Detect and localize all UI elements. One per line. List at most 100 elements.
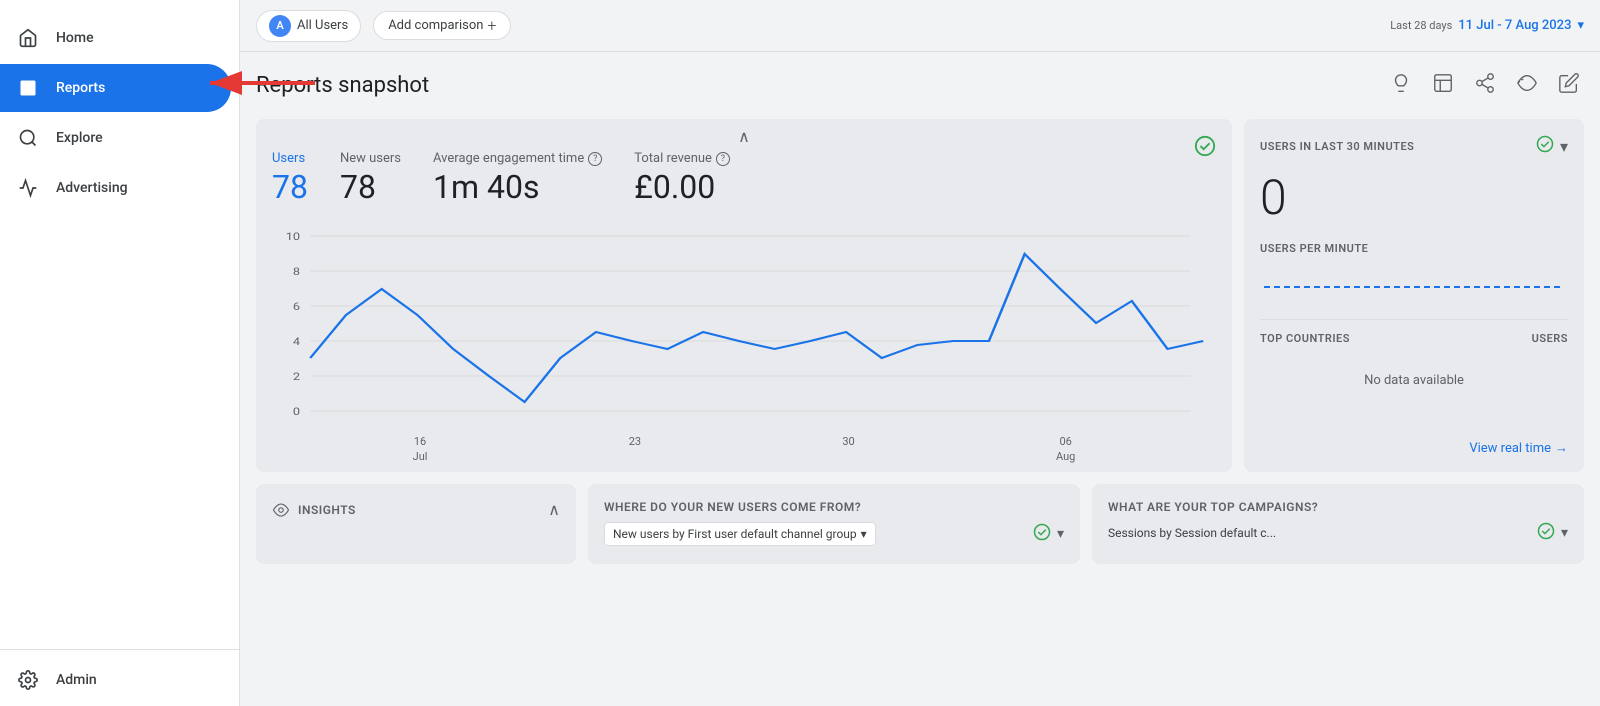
top-bar: A All Users Add comparison + Last 28 day… <box>240 0 1600 52</box>
insights-label: Insights <box>298 503 356 517</box>
sidebar-item-explore[interactable]: Explore <box>0 114 231 162</box>
sidebar-item-admin[interactable]: Admin <box>0 656 231 704</box>
svg-text:0: 0 <box>293 405 300 417</box>
metrics-row: Users 78 New users 78 Averag <box>272 151 730 206</box>
realtime-controls: ▾ <box>1536 135 1568 157</box>
realtime-chevron-icon[interactable]: ▾ <box>1560 137 1568 156</box>
realtime-check-icon <box>1536 135 1554 157</box>
date-range-chevron: ▾ <box>1577 18 1584 33</box>
view-realtime-link[interactable]: View real time → <box>1260 440 1568 456</box>
realtime-chart <box>1260 267 1568 307</box>
chart-x-labels: 16Jul 23 30 06Aug <box>272 430 1216 465</box>
sidebar-item-home[interactable]: Home <box>0 14 231 62</box>
avg-engagement-info-icon[interactable]: ? <box>588 152 602 166</box>
total-revenue-metric: Total revenue ? £0.00 <box>634 151 730 206</box>
date-range-label: Last 28 days <box>1390 19 1452 32</box>
chart-label-30: 30 <box>842 434 854 465</box>
line-chart: 10 8 6 4 2 0 <box>272 226 1216 426</box>
new-users-check-icon <box>1033 523 1051 546</box>
avg-engagement-metric: Average engagement time ? 1m 40s <box>433 151 602 206</box>
total-revenue-value: £0.00 <box>634 168 730 206</box>
realtime-sub-title: USERS PER MINUTE <box>1260 242 1568 255</box>
insights-chart-icon <box>272 501 290 519</box>
svg-text:2: 2 <box>293 370 301 382</box>
top-campaigns-card: WHAT ARE YOUR TOP CAMPAIGNS? Sessions by… <box>1092 484 1584 564</box>
collapse-chart-button[interactable]: ∧ <box>738 127 750 146</box>
svg-text:4: 4 <box>293 335 301 347</box>
header-actions <box>1386 68 1584 103</box>
dropdown-chevron-icon: ▾ <box>861 527 867 541</box>
realtime-users-value: 0 <box>1260 169 1568 226</box>
date-range-selector[interactable]: 11 Jul - 7 Aug 2023 ▾ <box>1458 18 1584 33</box>
sidebar-bottom: Admin <box>0 649 239 706</box>
new-users-controls: New users by First user default channel … <box>604 522 1064 546</box>
no-data-message: No data available <box>1260 357 1568 404</box>
new-users-metric-value: 78 <box>340 168 401 206</box>
users-col-label: USERS <box>1532 332 1568 345</box>
campaigns-status-chevron[interactable]: ▾ <box>1561 525 1568 541</box>
reports-icon <box>16 76 40 100</box>
avg-engagement-label: Average engagement time ? <box>433 151 602 166</box>
sidebar-item-advertising[interactable]: Advertising <box>0 164 231 212</box>
add-comparison-icon: + <box>487 16 496 35</box>
svg-text:6: 6 <box>293 300 300 312</box>
new-users-dropdown[interactable]: New users by First user default channel … <box>604 522 876 546</box>
all-users-button[interactable]: A All Users <box>256 10 361 42</box>
realtime-header: USERS IN LAST 30 MINUTES ▾ <box>1260 135 1568 157</box>
users-metric-label: Users <box>272 151 308 166</box>
chart-label-23: 23 <box>629 434 641 465</box>
advertising-icon <box>16 176 40 200</box>
page-title: Reports snapshot <box>256 73 429 98</box>
avg-engagement-value: 1m 40s <box>433 168 602 206</box>
customize-report-icon[interactable] <box>1428 68 1458 103</box>
sessions-dropdown-label: Sessions by Session default c... <box>1108 526 1276 540</box>
compare-icon[interactable] <box>1512 68 1542 103</box>
sidebar-item-explore-label: Explore <box>56 130 103 146</box>
lightbulb-icon[interactable] <box>1386 68 1416 103</box>
chart-label-16jul: 16Jul <box>413 434 428 465</box>
new-users-status: ▾ <box>1033 523 1064 546</box>
new-users-metric-label: New users <box>340 151 401 166</box>
new-users-status-chevron[interactable]: ▾ <box>1057 526 1064 542</box>
total-revenue-info-icon[interactable]: ? <box>716 152 730 166</box>
page-header: Reports snapshot <box>256 68 1584 103</box>
realtime-title: USERS IN LAST 30 MINUTES <box>1260 140 1414 153</box>
collapse-insights-button[interactable]: ∧ <box>548 500 560 519</box>
explore-icon <box>16 126 40 150</box>
chart-area: 10 8 6 4 2 0 16Jul 23 30 06Aug <box>272 226 1216 456</box>
new-users-section-header: WHERE DO YOUR NEW USERS COME FROM? <box>604 500 1064 514</box>
new-users-metric: New users 78 <box>340 151 401 206</box>
home-icon <box>16 26 40 50</box>
sidebar-item-reports-label: Reports <box>56 80 105 96</box>
admin-gear-icon <box>16 668 40 692</box>
view-realtime-label: View real time <box>1469 441 1551 456</box>
main-content: A All Users Add comparison + Last 28 day… <box>240 0 1600 706</box>
edit-icon[interactable] <box>1554 68 1584 103</box>
top-countries-label: TOP COUNTRIES <box>1260 332 1350 345</box>
total-revenue-label: Total revenue ? <box>634 151 730 166</box>
top-bar-left: A All Users Add comparison + <box>256 10 511 42</box>
all-users-label: All Users <box>297 18 348 33</box>
realtime-divider <box>1260 319 1568 320</box>
sidebar-item-reports[interactable]: Reports <box>0 64 231 112</box>
sidebar-item-advertising-label: Advertising <box>56 180 128 196</box>
campaigns-controls: Sessions by Session default c... ▾ <box>1108 522 1568 544</box>
bottom-row: Insights ∧ WHERE DO YOUR NEW USERS COME … <box>256 484 1584 564</box>
date-range-value: 11 Jul - 7 Aug 2023 <box>1458 18 1571 33</box>
top-bar-right: Last 28 days 11 Jul - 7 Aug 2023 ▾ <box>1390 18 1584 33</box>
insights-section: Insights <box>272 501 356 519</box>
share-icon[interactable] <box>1470 68 1500 103</box>
svg-text:8: 8 <box>293 265 300 277</box>
metrics-check-icon <box>1194 135 1216 162</box>
campaigns-status: ▾ <box>1537 522 1568 544</box>
view-realtime-arrow: → <box>1555 440 1568 456</box>
chart-label-06aug: 06Aug <box>1056 434 1075 465</box>
dashboard-row: ∧ Users 78 New users <box>256 119 1584 472</box>
new-users-source-card: WHERE DO YOUR NEW USERS COME FROM? New u… <box>588 484 1080 564</box>
add-comparison-button[interactable]: Add comparison + <box>373 11 511 40</box>
sidebar: Home Reports Explore Advertising <box>0 0 240 706</box>
svg-text:10: 10 <box>286 230 300 242</box>
users-metric: Users 78 <box>272 151 308 206</box>
content-area: Reports snapshot <box>240 52 1600 706</box>
campaigns-check-icon <box>1537 522 1555 544</box>
